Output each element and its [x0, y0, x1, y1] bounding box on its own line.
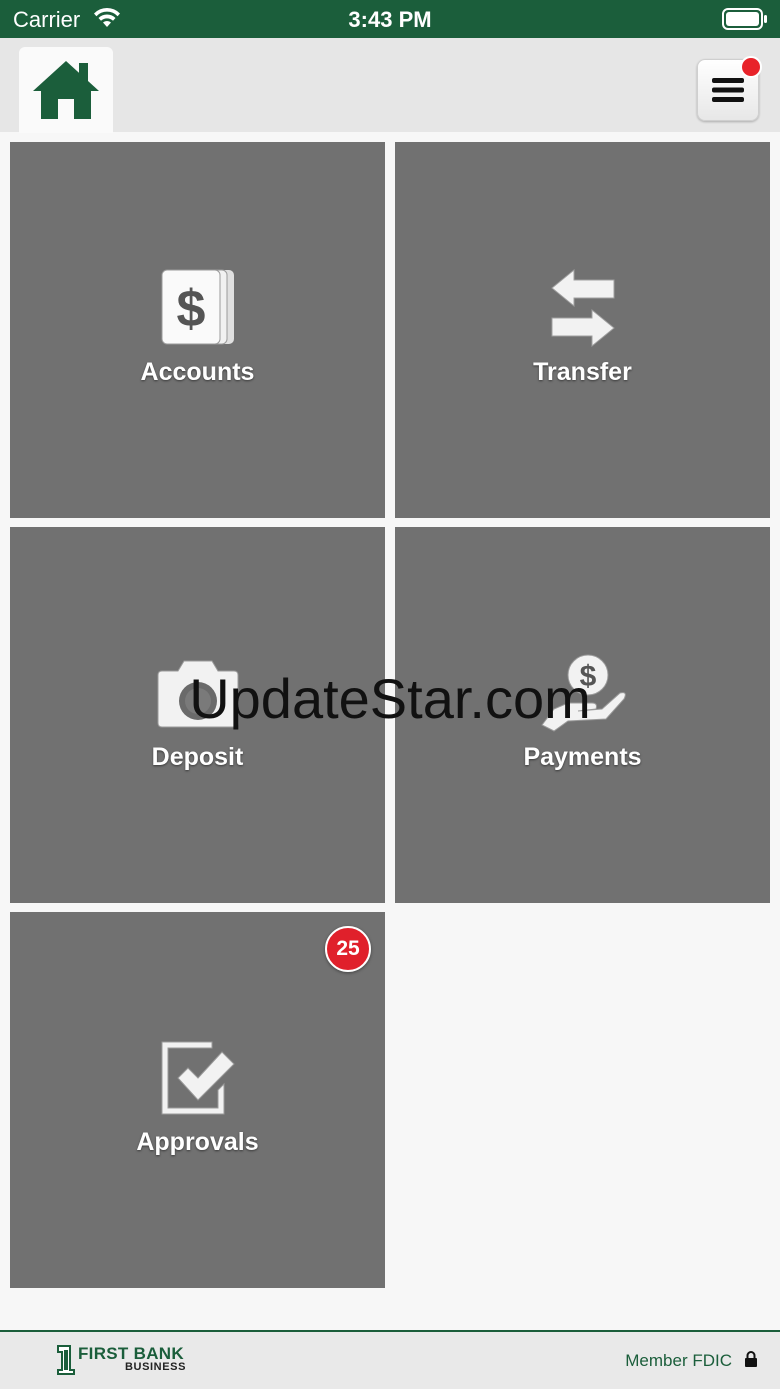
checkbox-check-icon — [161, 1041, 235, 1115]
tile-label-transfer: Transfer — [533, 358, 632, 386]
home-icon — [33, 61, 99, 119]
transfer-arrows-icon — [550, 268, 615, 348]
tile-approvals[interactable]: Approvals 25 — [10, 912, 385, 1288]
tile-label-approvals: Approvals — [136, 1128, 259, 1156]
svg-text:$: $ — [176, 280, 205, 338]
tile-label-payments: Payments — [523, 743, 642, 771]
menu-button[interactable] — [697, 56, 762, 121]
bank-logo-mark-icon — [57, 1345, 75, 1375]
svg-text:$: $ — [579, 660, 596, 693]
logo-line2: BUSINESS — [125, 1361, 187, 1373]
hand-coin-icon: $ — [540, 654, 626, 732]
notification-dot — [740, 56, 762, 78]
tile-accounts[interactable]: $ Accounts — [10, 142, 385, 518]
hamburger-menu-icon — [712, 78, 744, 102]
home-button[interactable] — [19, 47, 113, 133]
status-time: 3:43 PM — [348, 7, 432, 32]
tile-transfer[interactable]: Transfer — [395, 142, 770, 518]
tile-payments[interactable]: $ Payments — [395, 527, 770, 903]
footer: FIRST BANK BUSINESS Member FDIC — [0, 1330, 780, 1389]
battery-icon — [722, 8, 767, 30]
tile-label-deposit: Deposit — [151, 743, 244, 771]
tile-deposit[interactable]: Deposit — [10, 527, 385, 903]
top-nav-bar — [0, 38, 780, 133]
tile-label-accounts: Accounts — [140, 358, 255, 386]
dollar-bills-icon: $ — [161, 269, 234, 345]
approvals-count-badge: 25 — [325, 926, 371, 972]
member-fdic-label: Member FDIC — [625, 1351, 732, 1370]
status-bar: Carrier 3:43 PM — [0, 0, 780, 38]
camera-icon — [157, 660, 238, 728]
lock-icon — [745, 1351, 757, 1367]
